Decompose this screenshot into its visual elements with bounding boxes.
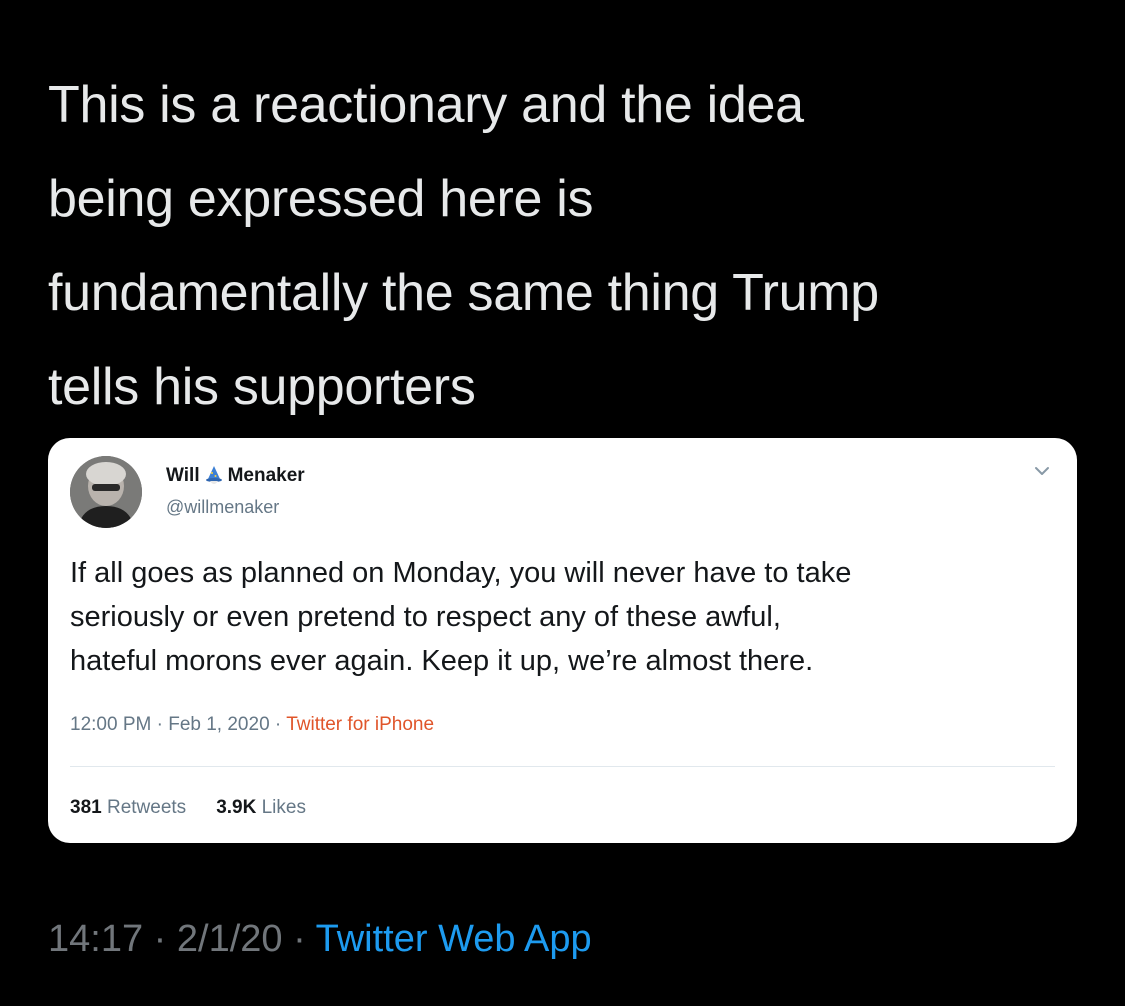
tweet-footer: 14:17 · 2/1/20 · Twitter Web App xyxy=(48,918,592,961)
retweets-label: Retweets xyxy=(106,797,187,818)
tweet-date[interactable]: 2/1/20 xyxy=(177,918,283,960)
divider xyxy=(70,766,1055,767)
tweet-text-line: This is a reactionary and the idea xyxy=(48,76,804,134)
avatar-photo xyxy=(70,456,142,528)
embedded-text-line: If all goes as planned on Monday, you wi… xyxy=(70,557,852,589)
tweet-text-line: fundamentally the same thing Trump xyxy=(48,264,879,322)
author-first-name: Will xyxy=(166,465,200,486)
separator: · xyxy=(153,918,167,960)
author-name[interactable]: Will Menaker xyxy=(166,465,305,487)
embedded-tweet-screenshot[interactable]: Will Menaker @willmenaker If all goes as… xyxy=(48,438,1077,843)
embedded-tweet-stats: 381 Retweets 3.9K Likes xyxy=(70,797,306,819)
likes-count: 3.9K xyxy=(216,797,257,818)
embedded-time: 12:00 PM xyxy=(70,714,152,735)
chevron-down-icon[interactable] xyxy=(1031,460,1053,482)
retweets-stat[interactable]: 381 Retweets xyxy=(70,797,186,819)
tweet-source-link[interactable]: Twitter Web App xyxy=(316,918,592,960)
tweet-text-line: being expressed here is xyxy=(48,170,594,228)
separator: · xyxy=(156,714,163,735)
separator: · xyxy=(293,918,306,960)
likes-stat[interactable]: 3.9K Likes xyxy=(216,797,306,819)
embedded-text-line: hateful morons ever again. Keep it up, w… xyxy=(70,645,814,677)
retweets-count: 381 xyxy=(70,797,102,818)
wizard-icon xyxy=(205,466,222,484)
tweet-time[interactable]: 14:17 xyxy=(48,918,143,960)
embedded-text-line: seriously or even pretend to respect any… xyxy=(70,601,781,633)
separator: · xyxy=(274,714,282,735)
tweet-text: This is a reactionary and the idea being… xyxy=(48,58,1088,434)
embedded-tweet-text: If all goes as planned on Monday, you wi… xyxy=(70,551,1050,683)
likes-label: Likes xyxy=(261,797,306,818)
tweet-text-line: tells his supporters xyxy=(48,358,476,416)
embedded-tweet-meta: 12:00 PM · Feb 1, 2020 · Twitter for iPh… xyxy=(70,714,434,736)
author-last-name: Menaker xyxy=(227,465,305,486)
author-handle[interactable]: @willmenaker xyxy=(166,497,279,518)
embedded-date: Feb 1, 2020 xyxy=(168,714,270,735)
embedded-source: Twitter for iPhone xyxy=(286,714,435,735)
avatar[interactable] xyxy=(70,456,142,528)
